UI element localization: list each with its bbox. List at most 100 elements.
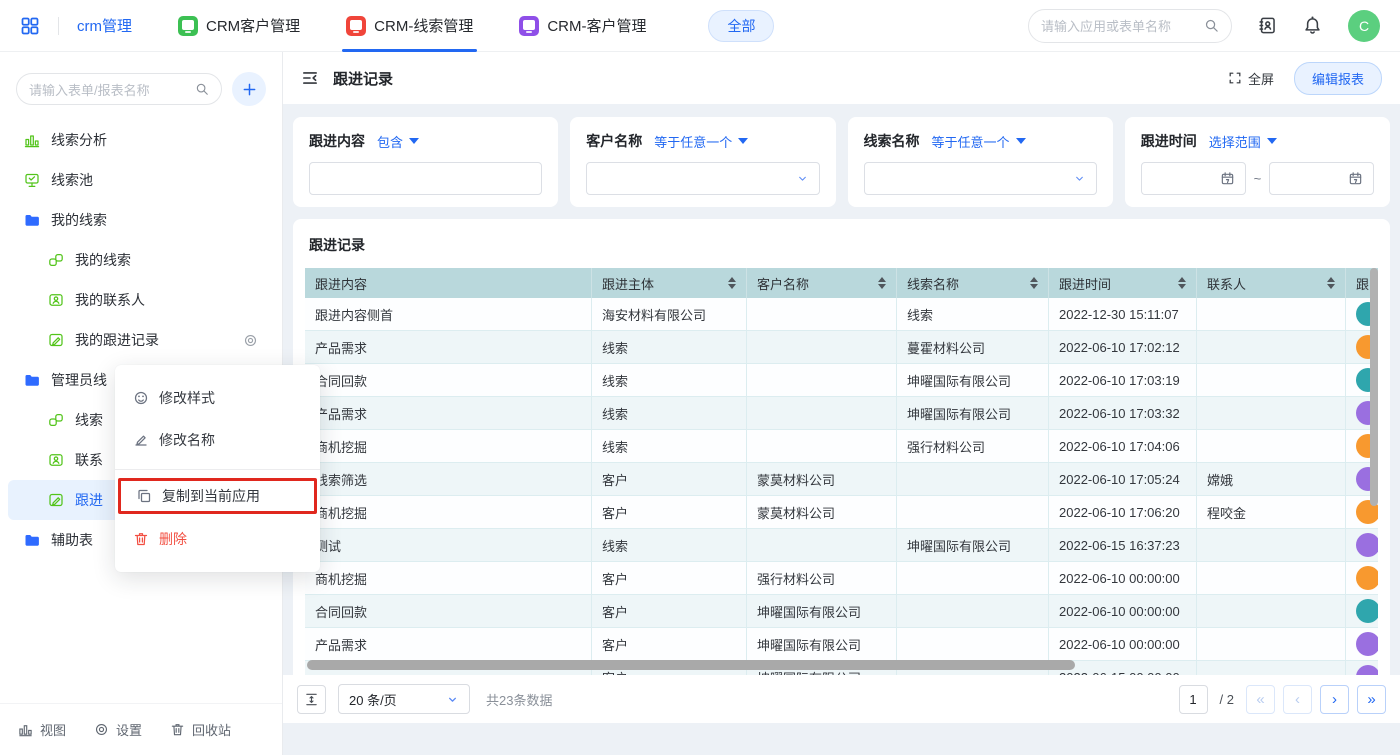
table-row[interactable]: 商机挖掘 客户 强行材料公司 2022-06-10 00:00:00 <box>305 562 1378 595</box>
views-button[interactable]: 视图 <box>18 720 66 739</box>
notification-bell-icon[interactable] <box>1303 16 1322 35</box>
filter-operator-dropdown[interactable]: 包含 <box>377 132 419 151</box>
filter-select[interactable] <box>586 162 819 195</box>
apps-grid-icon[interactable] <box>20 16 40 36</box>
board-icon <box>24 172 40 188</box>
context-menu-item[interactable]: 修改名称 <box>115 419 320 461</box>
sort-icon[interactable] <box>728 277 736 289</box>
sort-icon[interactable] <box>1327 277 1335 289</box>
cell-customer <box>747 364 897 396</box>
user-avatar[interactable]: C <box>1348 10 1380 42</box>
vertical-scrollbar[interactable] <box>1370 268 1378 506</box>
filter-operator-dropdown[interactable]: 等于任意一个 <box>932 132 1026 151</box>
cell-customer: 强行材料公司 <box>747 562 897 594</box>
collapse-sidebar-icon[interactable] <box>301 69 319 87</box>
next-page-button[interactable]: › <box>1320 685 1349 714</box>
prev-page-button[interactable]: ‹ <box>1283 685 1312 714</box>
context-menu-item[interactable]: 修改样式 <box>115 377 320 419</box>
table-row[interactable]: 合同回款 客户 坤曜国际有限公司 2022-06-10 00:00:00 <box>305 595 1378 628</box>
context-menu-item-label: 删除 <box>159 529 187 549</box>
table-row[interactable]: 商机挖掘 线索 强行材料公司 2022-06-10 17:04:06 <box>305 430 1378 463</box>
palette-icon <box>133 390 149 406</box>
table-row[interactable]: 测试 线索 坤曜国际有限公司 2022-06-15 16:37:23 <box>305 529 1378 562</box>
app-tab-inactive[interactable]: CRM-客户管理 <box>519 0 646 52</box>
page-size-select[interactable]: 20 条/页 <box>338 684 470 714</box>
table-row[interactable]: 线索筛选 客户 蒙莫材料公司 2022-06-10 17:05:24 嫦娥 <box>305 463 1378 496</box>
sidebar-item[interactable]: 我的线索 <box>8 240 274 280</box>
address-book-icon[interactable] <box>1258 16 1277 35</box>
home-app-link[interactable]: crm管理 <box>77 15 132 36</box>
filter-select[interactable] <box>864 162 1097 195</box>
gear-icon <box>94 722 109 737</box>
cell-customer <box>747 529 897 561</box>
sort-icon[interactable] <box>1030 277 1038 289</box>
app-icon <box>346 16 366 36</box>
last-page-button[interactable]: » <box>1357 685 1386 714</box>
cell-contact <box>1197 364 1346 396</box>
column-label: 跟进时间 <box>1059 274 1111 293</box>
sidebar-item[interactable]: 我的联系人 <box>8 280 274 320</box>
all-apps-button[interactable]: 全部 <box>708 10 774 42</box>
sort-icon[interactable] <box>1178 277 1186 289</box>
caret-down-icon <box>1016 138 1026 144</box>
item-settings-gear-icon[interactable] <box>243 333 258 348</box>
cell-customer <box>747 397 897 429</box>
horizontal-scrollbar[interactable] <box>307 660 1075 670</box>
fullscreen-label: 全屏 <box>1248 69 1274 88</box>
add-form-button[interactable] <box>232 72 266 106</box>
sidebar-search-input[interactable]: 请输入表单/报表名称 <box>16 73 222 105</box>
filter-operator-dropdown[interactable]: 等于任意一个 <box>654 132 748 151</box>
filter-card: 客户名称 等于任意一个 <box>570 117 835 207</box>
table-row[interactable]: 合同回款 线索 坤曜国际有限公司 2022-06-10 17:03:19 <box>305 364 1378 397</box>
follower-avatar <box>1356 533 1378 557</box>
table-column-header[interactable]: 线索名称 <box>897 268 1049 298</box>
sidebar-item-label: 联系 <box>75 450 103 470</box>
table-column-header[interactable]: 跟进主体 <box>592 268 747 298</box>
sidebar-item[interactable]: 线索池 <box>8 160 274 200</box>
cell-lead: 坤曜国际有限公司 <box>897 397 1049 429</box>
cell-time: 2022-06-10 00:00:00 <box>1049 595 1197 627</box>
table-column-header[interactable]: 客户名称 <box>747 268 897 298</box>
table-column-header[interactable]: 联系人 <box>1197 268 1346 298</box>
caret-down-icon <box>409 138 419 144</box>
sidebar-item[interactable]: 线索分析 <box>8 120 274 160</box>
edit-report-button[interactable]: 编辑报表 <box>1294 62 1382 95</box>
global-search-input[interactable]: 请输入应用或表单名称 <box>1028 9 1232 43</box>
sort-icon[interactable] <box>878 277 886 289</box>
current-page-box[interactable]: 1 <box>1179 685 1208 714</box>
bar-chart-icon <box>18 722 33 737</box>
cell-follower <box>1346 661 1378 675</box>
row-height-button[interactable] <box>297 685 326 714</box>
table-row[interactable]: 跟进内容侧首 海安材料有限公司 线索 2022-12-30 15:11:07 <box>305 298 1378 331</box>
fullscreen-button[interactable]: 全屏 <box>1228 69 1274 88</box>
table-column-header[interactable]: 跟进时间 <box>1049 268 1197 298</box>
context-menu-item[interactable]: 删除 <box>115 518 320 560</box>
cell-lead <box>897 628 1049 660</box>
app-tab-inactive[interactable]: CRM客户管理 <box>178 0 300 52</box>
table-row[interactable]: 产品需求 线索 蔓霍材料公司 2022-06-10 17:02:12 <box>305 331 1378 364</box>
app-tab-active[interactable]: CRM-线索管理 <box>346 0 473 52</box>
cell-subject: 客户 <box>592 562 747 594</box>
cell-subject: 线索 <box>592 529 747 561</box>
app-tab-label: CRM-客户管理 <box>547 15 646 36</box>
table-row[interactable]: 产品需求 线索 坤曜国际有限公司 2022-06-10 17:03:32 <box>305 397 1378 430</box>
sidebar-item[interactable]: 我的线索 <box>8 200 274 240</box>
filter-operator-dropdown[interactable]: 选择范围 <box>1209 132 1277 151</box>
app-icon <box>178 16 198 36</box>
sidebar-item[interactable]: 我的跟进记录 <box>8 320 274 360</box>
cell-content: 测试 <box>305 529 592 561</box>
cell-contact <box>1197 661 1346 675</box>
table-row[interactable]: 商机挖掘 客户 蒙莫材料公司 2022-06-10 17:06:20 程咬金 <box>305 496 1378 529</box>
filter-date-end-input[interactable] <box>1269 162 1374 195</box>
column-label: 跟 <box>1356 274 1369 293</box>
follower-avatar <box>1356 566 1378 590</box>
settings-button[interactable]: 设置 <box>94 720 142 739</box>
first-page-button[interactable]: « <box>1246 685 1275 714</box>
table-row[interactable]: 产品需求 客户 坤曜国际有限公司 2022-06-10 00:00:00 <box>305 628 1378 661</box>
table-column-header[interactable]: 跟进内容 <box>305 268 592 298</box>
filter-date-start-input[interactable] <box>1141 162 1246 195</box>
recycle-bin-button[interactable]: 回收站 <box>170 720 231 739</box>
context-menu-item[interactable]: 复制到当前应用 <box>118 478 317 514</box>
search-icon <box>195 82 209 96</box>
filter-text-input[interactable] <box>309 162 542 195</box>
